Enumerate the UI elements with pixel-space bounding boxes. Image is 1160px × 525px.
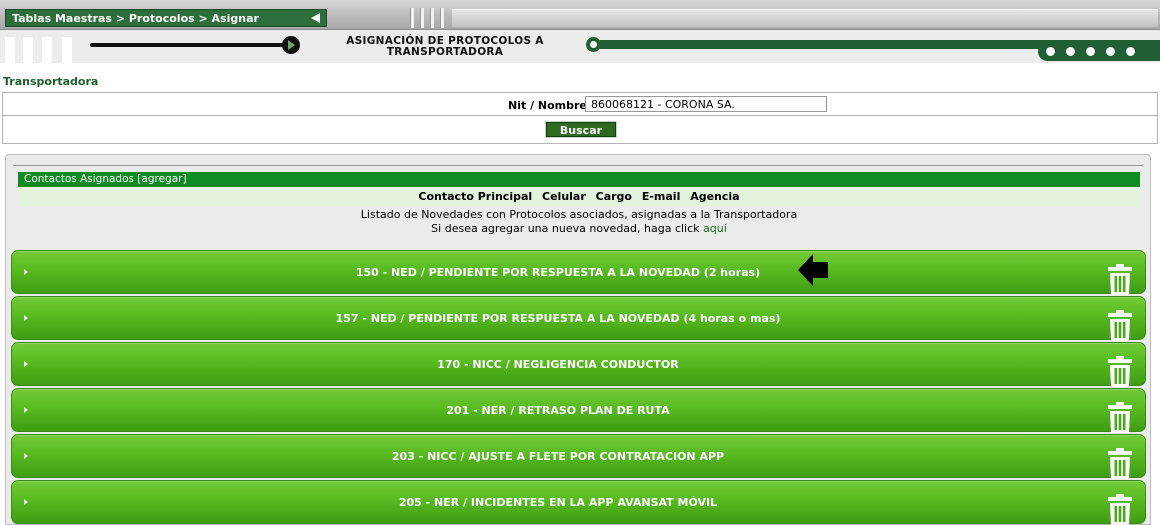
novedad-row[interactable]: 150 - NED / PENDIENTE POR RESPUESTA A LA…	[11, 250, 1146, 296]
decor-stripe	[23, 37, 33, 63]
column-header: Celular	[542, 190, 586, 203]
trash-icon[interactable]	[1107, 494, 1133, 525]
search-form-row: Nit / Nombre:	[2, 92, 1158, 116]
info-text-prefix: Si desea agregar una nueva novedad, haga…	[431, 222, 700, 235]
info-text-add: Si desea agregar una nueva novedad, haga…	[6, 222, 1152, 235]
top-bar: Tablas Maestras > Protocolos > Asignar	[0, 0, 1160, 30]
page-banner: ASIGNACIÓN DE PROTOCOLOS A TRANSPORTADOR…	[0, 30, 1160, 63]
novedad-label: 170 - NICC / NEGLIGENCIA CONDUCTOR	[437, 358, 679, 371]
page-title-line2: TRANSPORTADORA	[386, 46, 504, 58]
novedad-label: 201 - NER / RETRASO PLAN DE RUTA	[446, 404, 670, 417]
search-button[interactable]: Buscar	[545, 121, 617, 138]
info-text: Listado de Novedades con Protocolos asoc…	[360, 208, 798, 221]
novedad-row[interactable]: 157 - NED / PENDIENTE POR RESPUESTA A LA…	[11, 296, 1146, 342]
dot-icon	[1126, 47, 1135, 56]
nit-label: Nit / Nombre:	[508, 99, 592, 112]
grip-bar	[430, 8, 434, 28]
dot-icon	[1046, 47, 1055, 56]
contacts-table-header: Contacto Principal Celular Cargo E-mail …	[18, 187, 1140, 207]
column-header: Contacto Principal	[418, 190, 533, 203]
novedad-label: 203 - NICC / AJUSTE A FLETE POR CONTRATA…	[391, 450, 725, 463]
novedad-row[interactable]: 170 - NICC / NEGLIGENCIA CONDUCTOR	[11, 342, 1146, 388]
novedad-label: 205 - NER / INCIDENTES EN LA APP AVANSAT…	[398, 496, 718, 509]
trash-icon[interactable]	[1107, 310, 1133, 342]
novedad-row[interactable]: 205 - NER / INCIDENTES EN LA APP AVANSAT…	[11, 480, 1146, 525]
grip-bar	[410, 8, 414, 28]
trash-icon[interactable]	[1107, 356, 1133, 388]
button-row: Buscar	[2, 116, 1158, 144]
page-title: ASIGNACIÓN DE PROTOCOLOS A TRANSPORTADOR…	[300, 36, 590, 58]
decor-stripe	[62, 37, 72, 63]
decor-stripe	[5, 37, 15, 63]
arrow-left-icon	[796, 248, 830, 295]
novedad-label: 157 - NED / PENDIENTE POR RESPUESTA A LA…	[335, 312, 781, 325]
add-novedad-link[interactable]: aquí	[703, 222, 727, 235]
dot-icon	[1086, 47, 1095, 56]
play-knob-icon	[282, 36, 300, 54]
contacts-columns: Contacto Principal Celular Cargo E-mail …	[18, 190, 1140, 203]
decor-dots-bar	[1038, 42, 1160, 61]
grip-bar	[440, 8, 444, 28]
dot-icon	[1106, 47, 1115, 56]
dot-icon	[1066, 47, 1075, 56]
column-header: E-mail	[641, 190, 681, 203]
decor-stripe	[42, 37, 52, 63]
decor-rail-knob	[586, 37, 601, 52]
trash-icon[interactable]	[1107, 448, 1133, 480]
column-header: Cargo	[595, 190, 632, 203]
decor-slider-line	[90, 43, 285, 47]
contacts-header[interactable]: Contactos Asignados [agregar]	[18, 172, 1140, 187]
novedad-row[interactable]: 201 - NER / RETRASO PLAN DE RUTA	[11, 388, 1146, 434]
novedad-label: 150 - NED / PENDIENTE POR RESPUESTA A LA…	[355, 266, 761, 279]
assignments-panel: Contactos Asignados [agregar] Contacto P…	[5, 154, 1151, 525]
divider	[13, 165, 1143, 166]
trash-icon[interactable]	[1107, 264, 1133, 296]
grip-bar	[420, 8, 424, 28]
nit-input[interactable]	[585, 96, 827, 112]
collapse-arrow-icon[interactable]	[311, 13, 320, 23]
breadcrumb-text: Tablas Maestras > Protocolos > Asignar	[12, 12, 259, 25]
section-label: Transportadora	[3, 75, 99, 88]
trash-icon[interactable]	[1107, 402, 1133, 434]
breadcrumb[interactable]: Tablas Maestras > Protocolos > Asignar	[5, 9, 327, 27]
column-header: Agencia	[690, 190, 740, 203]
top-decor-bar	[452, 9, 1158, 27]
novedad-row[interactable]: 203 - NICC / AJUSTE A FLETE POR CONTRATA…	[11, 434, 1146, 480]
